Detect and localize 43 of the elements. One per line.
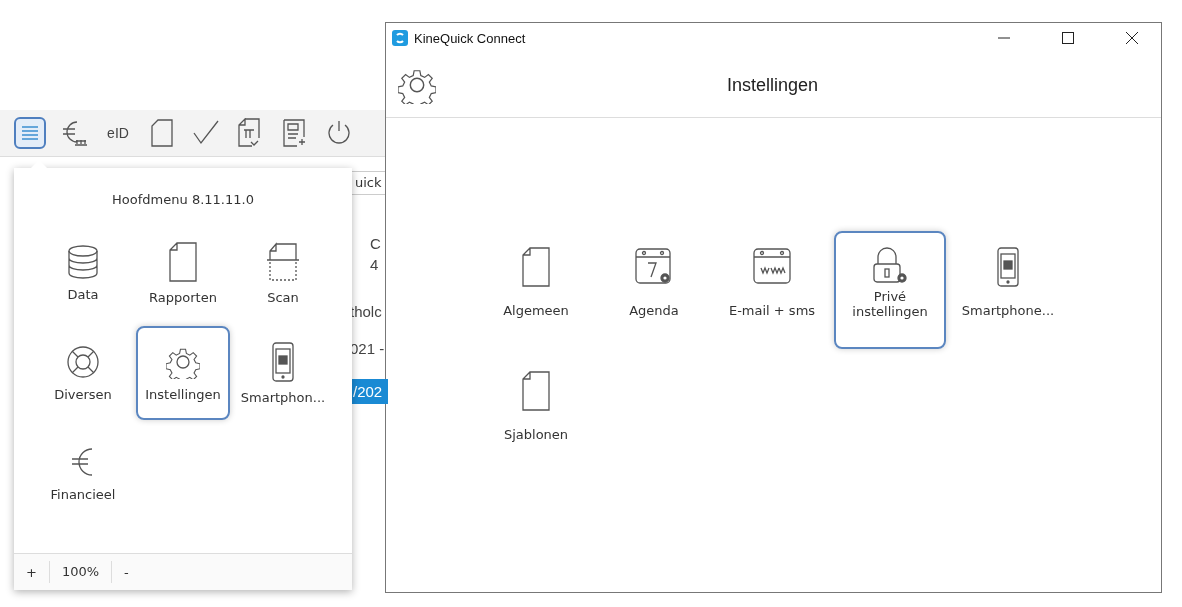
settings-tile[interactable]: Agenda	[598, 231, 710, 349]
zoom-out-button[interactable]: -	[112, 561, 141, 583]
settings-tile[interactable]: E-mail + sms	[716, 231, 828, 349]
eid-button[interactable]: eID	[102, 117, 134, 149]
menu-tile[interactable]: Smartphon...	[236, 326, 330, 420]
app-logo-icon	[392, 30, 408, 46]
menu-tile[interactable]: Data	[36, 226, 130, 320]
menu-tile[interactable]: Instellingen	[136, 326, 230, 420]
zoom-in-button[interactable]: +	[14, 561, 50, 583]
close-icon	[1126, 32, 1138, 44]
selected-row[interactable]: /202	[350, 379, 388, 404]
lifebuoy-icon	[66, 344, 100, 379]
document-add-icon	[283, 119, 305, 147]
settings-tile[interactable]: Privé instellingen	[834, 231, 946, 349]
smartphone-icon	[997, 247, 1019, 287]
menu-tile[interactable]: Rapporten	[136, 226, 230, 320]
document-icon	[521, 247, 551, 287]
smartphone-icon	[272, 341, 294, 382]
menu-title: Hoofdmenu 8.11.11.0	[112, 192, 254, 207]
list-text: C	[370, 235, 381, 252]
list-text: 4	[370, 256, 379, 273]
database-icon	[66, 244, 100, 279]
euro-bank-icon	[61, 119, 87, 147]
document-icon	[151, 119, 173, 147]
calendar-icon	[634, 247, 674, 287]
toolbar-button[interactable]	[14, 117, 46, 149]
settings-tile[interactable]: Sjablonen	[480, 355, 592, 473]
web-calendar-icon	[752, 247, 792, 287]
document-icon	[521, 371, 551, 411]
window-title: KineQuick Connect	[414, 30, 527, 46]
settings-tile[interactable]: Smartphone...	[952, 231, 1064, 349]
menu-tile[interactable]: Financieel	[36, 426, 130, 520]
page-heading: Instellingen	[725, 74, 820, 96]
menu-tile[interactable]: Diversen	[36, 326, 130, 420]
scan-icon	[266, 241, 300, 282]
document-check-icon	[238, 118, 262, 148]
zoom-level-text: 100%	[49, 561, 113, 583]
menu-icon	[20, 123, 40, 143]
power-icon	[326, 119, 350, 147]
settings-tile[interactable]: Algemeen	[480, 231, 592, 349]
menu-tile[interactable]: Scan	[236, 226, 330, 320]
maximize-icon	[1062, 32, 1074, 44]
document-icon	[168, 241, 198, 282]
